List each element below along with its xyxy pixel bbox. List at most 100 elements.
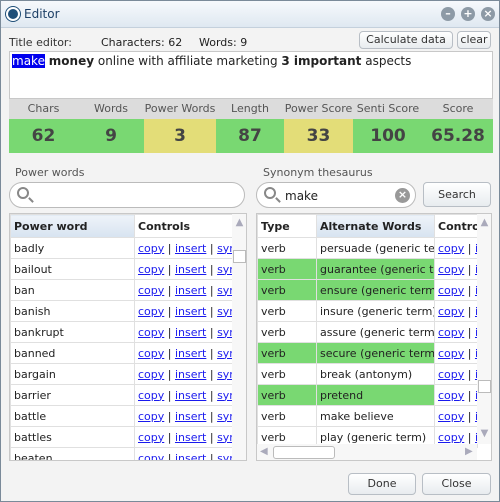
copy-link[interactable]: copy xyxy=(438,305,464,318)
row-controls: copy | in xyxy=(434,363,478,385)
scrollbar-thumb[interactable] xyxy=(233,250,246,263)
column-header-alternate-words[interactable]: Alternate Words xyxy=(316,214,435,238)
title-text-segment: aspects xyxy=(361,54,412,68)
syns-link[interactable]: syns xyxy=(217,452,231,461)
insert-link[interactable]: insert xyxy=(175,347,206,360)
vertical-scrollbar[interactable]: ▲ xyxy=(232,214,246,460)
syns-link[interactable]: syns xyxy=(217,368,231,381)
row-controls: copy | insert | syns xyxy=(134,426,233,448)
minimize-icon[interactable]: – xyxy=(441,7,455,21)
stat-label: Chars xyxy=(9,99,78,119)
maximize-icon[interactable]: + xyxy=(461,7,475,21)
copy-link[interactable]: copy xyxy=(138,368,164,381)
table-row: bankruptcopy | insert | syns xyxy=(10,321,233,343)
table-row: bailoutcopy | insert | syns xyxy=(10,258,233,280)
syns-link[interactable]: syns xyxy=(217,284,231,297)
word-type: verb xyxy=(257,279,317,301)
column-header-power-word[interactable]: Power word xyxy=(10,214,135,238)
insert-link[interactable]: insert xyxy=(175,389,206,402)
column-header-controls[interactable]: Controls xyxy=(434,214,478,238)
characters-count: Characters: 62 xyxy=(101,36,183,49)
row-controls: copy | insert | syns xyxy=(134,300,233,322)
copy-link[interactable]: copy xyxy=(438,284,464,297)
done-button[interactable]: Done xyxy=(348,473,416,495)
copy-link[interactable]: copy xyxy=(438,431,464,444)
stat-label: Words xyxy=(78,99,144,119)
copy-link[interactable]: copy xyxy=(438,368,464,381)
vertical-scrollbar[interactable]: ▲ ▼ xyxy=(477,214,491,444)
stat-value: 100 xyxy=(353,119,423,153)
clear-search-icon[interactable]: × xyxy=(395,188,410,203)
search-icon xyxy=(264,187,276,199)
syns-link[interactable]: syns xyxy=(217,305,231,318)
copy-link[interactable]: copy xyxy=(438,410,464,423)
power-word: bargain xyxy=(10,363,135,385)
insert-link[interactable]: insert xyxy=(175,326,206,339)
table-row: barriercopy | insert | syns xyxy=(10,384,233,406)
table-row: bancopy | insert | syns xyxy=(10,279,233,301)
stat-value: 65.28 xyxy=(423,119,493,153)
copy-link[interactable]: copy xyxy=(138,410,164,423)
row-controls: copy | in xyxy=(434,258,478,280)
insert-link[interactable]: insert xyxy=(175,305,206,318)
scrollbar-thumb[interactable] xyxy=(478,380,491,393)
horizontal-scrollbar[interactable]: ◀ ▶ xyxy=(257,444,477,460)
title-textarea[interactable]: make money online with affiliate marketi… xyxy=(9,51,493,99)
copy-link[interactable]: copy xyxy=(138,242,164,255)
copy-link[interactable]: copy xyxy=(138,431,164,444)
copy-link[interactable]: copy xyxy=(438,389,464,402)
close-icon[interactable]: × xyxy=(481,7,495,21)
synonym-search-input[interactable]: make × xyxy=(256,182,416,208)
alternate-word: ensure (generic term) xyxy=(316,279,435,301)
window-title: Editor xyxy=(24,7,60,21)
title-editor-label: Title editor: xyxy=(9,36,72,49)
stat-value: 9 xyxy=(78,119,144,153)
copy-link[interactable]: copy xyxy=(138,305,164,318)
scrollbar-thumb[interactable] xyxy=(273,446,335,459)
table-row: beatencopy | insert | syns xyxy=(10,447,233,461)
stat-words: Words 9 xyxy=(78,99,144,153)
copy-link[interactable]: copy xyxy=(438,242,464,255)
search-button[interactable]: Search xyxy=(423,182,491,207)
syns-link[interactable]: syns xyxy=(217,431,231,444)
insert-link[interactable]: insert xyxy=(175,242,206,255)
syns-link[interactable]: syns xyxy=(217,242,231,255)
insert-link[interactable]: insert xyxy=(175,284,206,297)
copy-link[interactable]: copy xyxy=(138,389,164,402)
column-header-type[interactable]: Type xyxy=(257,214,317,238)
close-button[interactable]: Close xyxy=(422,473,491,495)
word-type: verb xyxy=(257,237,317,259)
clear-button[interactable]: clear xyxy=(457,31,491,49)
syns-link[interactable]: syns xyxy=(217,389,231,402)
insert-link[interactable]: insert xyxy=(175,431,206,444)
copy-link[interactable]: copy xyxy=(138,284,164,297)
copy-link[interactable]: copy xyxy=(438,326,464,339)
copy-link[interactable]: copy xyxy=(138,263,164,276)
copy-link[interactable]: copy xyxy=(438,347,464,360)
copy-link[interactable]: copy xyxy=(438,263,464,276)
insert-link[interactable]: insert xyxy=(175,263,206,276)
table-row: verbmake believecopy | in xyxy=(257,405,478,427)
stat-value: 3 xyxy=(144,119,216,153)
copy-link[interactable]: copy xyxy=(138,452,164,461)
copy-link[interactable]: copy xyxy=(138,347,164,360)
row-controls: copy | insert | syns xyxy=(134,363,233,385)
stat-score: Score 65.28 xyxy=(423,99,493,153)
insert-link[interactable]: insert xyxy=(175,368,206,381)
syns-link[interactable]: syns xyxy=(217,347,231,360)
alternate-word: guarantee (generic term) xyxy=(316,258,435,280)
copy-link[interactable]: copy xyxy=(138,326,164,339)
stat-label: Power Words xyxy=(144,99,216,119)
power-words-search-input[interactable] xyxy=(9,182,245,208)
syns-link[interactable]: syns xyxy=(217,263,231,276)
calculate-data-button[interactable]: Calculate data xyxy=(359,31,453,49)
syns-link[interactable]: syns xyxy=(217,410,231,423)
table-row: verbpersuade (generic term)copy | in xyxy=(257,237,478,259)
insert-link[interactable]: insert xyxy=(175,452,206,461)
column-header-controls[interactable]: Controls xyxy=(134,214,233,238)
row-controls: copy | insert | syns xyxy=(134,237,233,259)
syns-link[interactable]: syns xyxy=(217,326,231,339)
insert-link[interactable]: insert xyxy=(175,410,206,423)
table-row: verbensure (generic term)copy | in xyxy=(257,279,478,301)
power-word: ban xyxy=(10,279,135,301)
